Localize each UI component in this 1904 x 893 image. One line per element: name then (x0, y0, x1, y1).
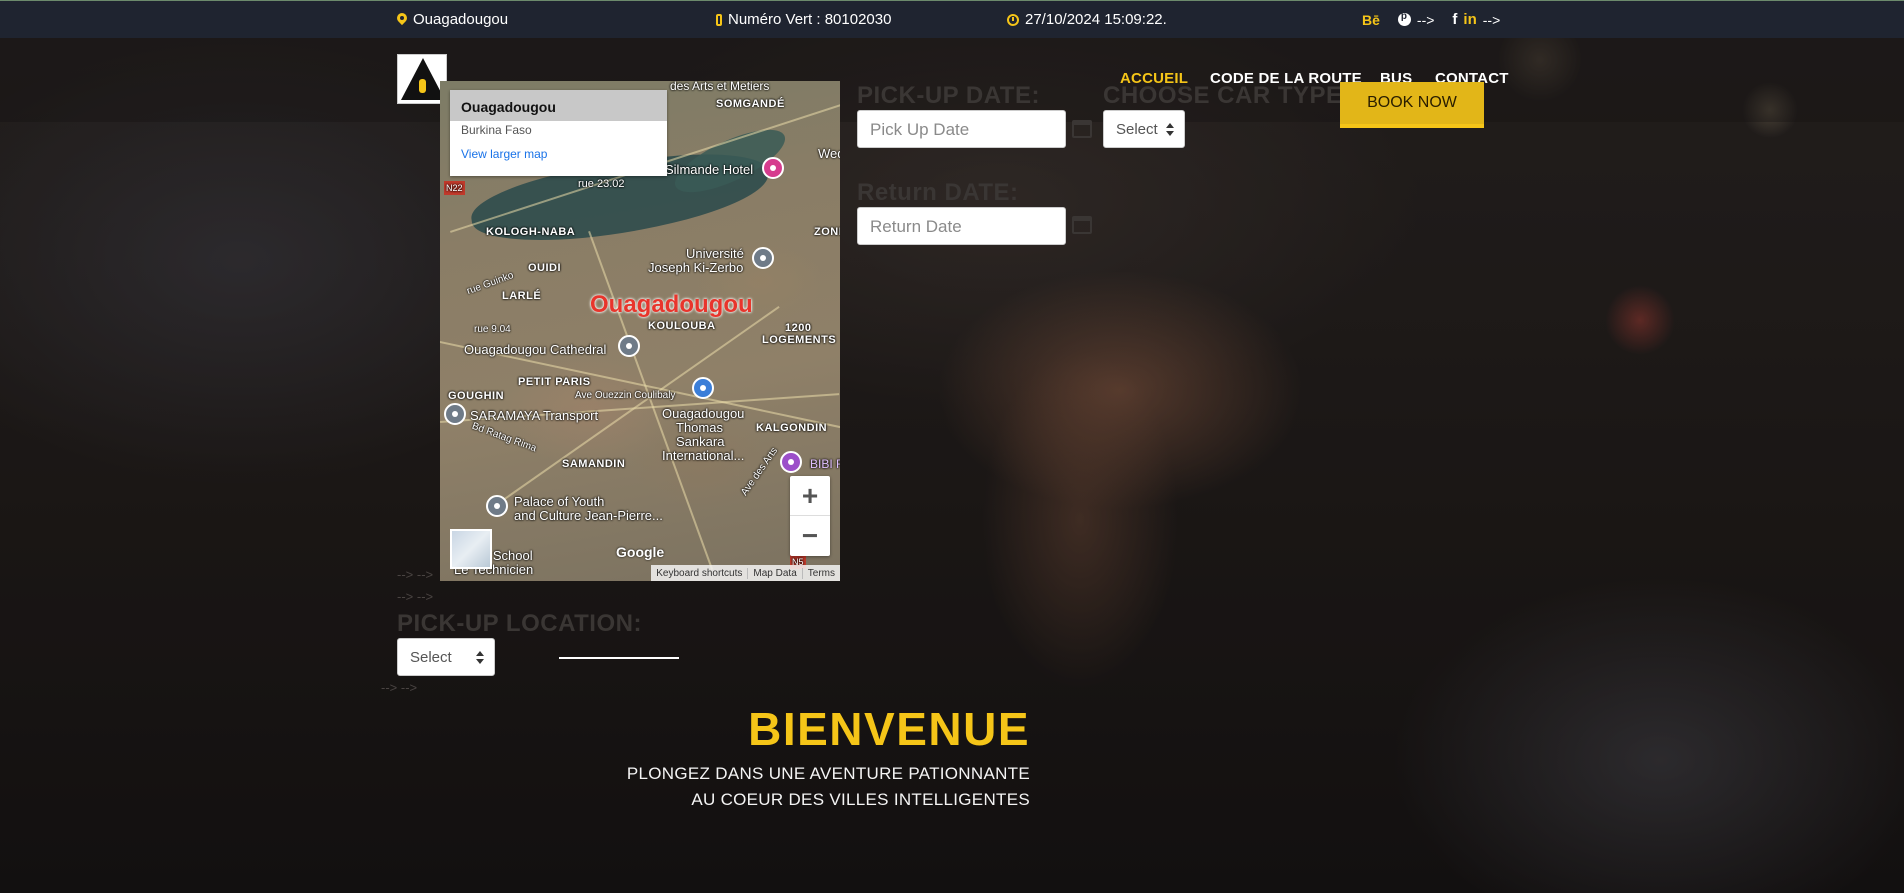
map-label: KALGONDIN (756, 422, 828, 434)
map-type-toggle[interactable] (450, 529, 492, 569)
zoom-out-button[interactable]: − (790, 516, 830, 556)
map-data-link[interactable]: Map Data (747, 567, 801, 579)
car-type-label: CHOOSE CAR TYPE: (1103, 82, 1352, 109)
church-marker-icon[interactable] (618, 335, 640, 357)
calendar-icon[interactable] (1072, 120, 1092, 138)
map-info-subtitle: Burkina Faso (461, 123, 532, 137)
return-date-input[interactable]: Return Date (857, 207, 1066, 245)
map-label: Ave Ouezzin Coulibaly (575, 390, 676, 401)
logo-mark (419, 79, 426, 93)
divider-line (559, 657, 679, 659)
map-label: and Culture Jean-Pierre... (514, 508, 663, 523)
facebook-icon[interactable]: f (1452, 11, 1457, 28)
top-info-bar: Ouagadougou Numéro Vert : 80102030 27/10… (0, 0, 1904, 38)
shop-marker-icon[interactable] (780, 451, 802, 473)
calendar-icon[interactable] (1072, 216, 1092, 234)
map-label: BIBI F (810, 457, 840, 471)
map-label: Ouagadougou Cathedral (464, 342, 607, 357)
map-label: Ouagadougou (662, 406, 745, 421)
map-info-window: Ouagadougou Burkina Faso View larger map (450, 90, 667, 176)
map-label: Wed (818, 146, 840, 161)
pickup-location-value: Select (410, 649, 452, 666)
pickup-date-label: PICK-UP DATE: (857, 82, 1040, 109)
place-marker-icon[interactable] (486, 495, 508, 517)
car-type-select[interactable]: Select (1103, 110, 1185, 148)
pickup-location-label: PICK-UP LOCATION: (397, 610, 642, 637)
zoom-in-button[interactable]: + (790, 476, 830, 516)
university-marker-icon[interactable] (752, 247, 774, 269)
map-label: des Arts et Metiers (670, 81, 770, 93)
map-label: SARAMAYA Transport (470, 408, 599, 423)
map-label: rue 23.02 (578, 178, 625, 190)
hero-subtitle-line-2: AU COEUR DES VILLES INTELLIGENTES (691, 790, 1030, 809)
map-label: International... (662, 448, 745, 463)
return-date-label: Return DATE: (857, 179, 1019, 206)
map-label: Joseph Ki-Zerbo (648, 260, 744, 275)
map-pin-icon (397, 13, 407, 26)
hero-subtitle-line-1: PLONGEZ DANS UNE AVENTURE PATIONNANTE (626, 764, 1030, 783)
map-footer: Keyboard shortcuts Map Data Terms (651, 565, 840, 581)
comment-fragment: --> --> (381, 680, 418, 695)
location-text: Ouagadougou (413, 11, 509, 28)
map-zoom-control: + − (790, 476, 830, 556)
map-info-title: Ouagadougou (450, 90, 667, 121)
map-label: Silmande Hotel (665, 162, 754, 177)
map-label: SAMANDIN (562, 458, 626, 470)
map-road-shield: N22 (444, 181, 465, 195)
map-label: Ave des Arts (739, 445, 781, 498)
select-arrows-icon (1166, 123, 1174, 137)
clock-icon (1007, 13, 1019, 26)
datetime-info: 27/10/2024 15:09:22. (1007, 11, 1167, 28)
pinterest-icon[interactable] (1397, 11, 1411, 26)
datetime-text: 27/10/2024 15:09:22. (1025, 11, 1167, 28)
map-label: KOLOGH-NABA (486, 226, 576, 238)
map-label: Thomas (676, 420, 723, 435)
map-label: KOULOUBA (648, 320, 716, 332)
phone-info: Numéro Vert : 80102030 (716, 11, 891, 28)
map-label: rue 9.04 (474, 324, 511, 335)
comment-fragment: --> --> (397, 589, 434, 604)
map-label: Université (686, 246, 744, 261)
map-label: SOMGANDÉ (716, 98, 785, 110)
mobile-phone-icon (716, 13, 722, 26)
car-type-value: Select (1116, 121, 1158, 138)
embedded-map[interactable]: des Arts et Metiers SOMGANDÉ Silmande Ho… (440, 81, 840, 581)
keyboard-shortcuts-link[interactable]: Keyboard shortcuts (651, 568, 747, 579)
map-label: Bd Ratag Rima (470, 420, 538, 455)
transport-marker-icon[interactable] (444, 403, 466, 425)
terms-link[interactable]: Terms (801, 567, 840, 579)
map-label: LARLÉ (502, 290, 542, 302)
location-info: Ouagadougou (397, 11, 508, 28)
map-label: ZONI (814, 226, 840, 238)
google-logo: Google (616, 544, 665, 560)
pickup-date-input[interactable]: Pick Up Date (857, 110, 1066, 148)
comment-fragment: --> --> (397, 567, 434, 582)
comment-fragment: --> (1482, 11, 1501, 28)
phone-text: Numéro Vert : 80102030 (728, 11, 892, 28)
hotel-marker-icon[interactable] (762, 157, 784, 179)
map-label: Palace of Youth (514, 494, 605, 509)
select-arrows-icon (476, 651, 484, 665)
book-now-button[interactable]: BOOK NOW (1340, 82, 1484, 128)
pickup-location-select[interactable]: Select (397, 638, 495, 676)
behance-icon[interactable]: Bē (1362, 12, 1380, 28)
map-city-label: Ouagadougou (590, 291, 753, 318)
view-larger-map-link[interactable]: View larger map (450, 139, 667, 161)
airport-marker-icon[interactable] (692, 377, 714, 399)
comment-fragment: --> (1416, 11, 1435, 28)
map-label: PETIT PARIS (518, 376, 591, 388)
map-label: GOUGHIN (448, 390, 505, 402)
linkedin-icon[interactable]: in (1463, 11, 1476, 28)
hero-title: BIENVENUE (748, 703, 1030, 755)
social-links: Bē --> f in --> (1362, 11, 1500, 28)
map-label: LOGEMENTS (762, 334, 837, 346)
map-label: Sankara (676, 434, 725, 449)
map-label: OUIDI (528, 262, 562, 274)
